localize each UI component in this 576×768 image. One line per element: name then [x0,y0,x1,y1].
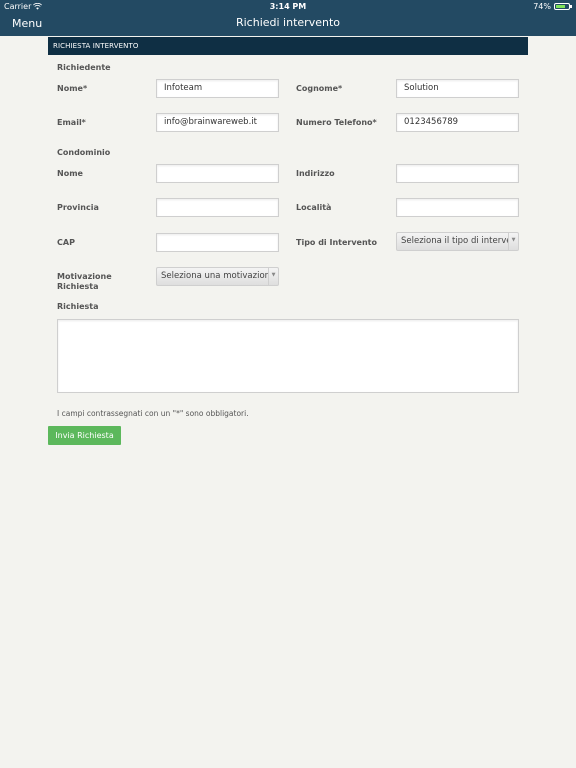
tipo-intervento-select[interactable]: Seleziona il tipo di intervento ▼ [396,232,519,251]
motivazione-label-line1: Motivazione [57,272,112,281]
chevron-down-icon: ▼ [268,268,278,285]
indirizzo-input[interactable] [396,164,519,183]
status-time: 3:14 PM [269,2,307,11]
tipo-intervento-value: Seleziona il tipo di intervento [401,236,509,246]
cognome-label: Cognome* [296,84,343,93]
cap-input[interactable] [156,233,279,252]
chevron-down-icon: ▼ [508,233,518,250]
motivazione-select[interactable]: Seleziona una motivazione ▼ [156,267,279,286]
nome-label: Nome* [57,84,88,93]
cond-nome-label: Nome [57,169,83,178]
cognome-input[interactable]: Solution [396,79,519,98]
submit-button[interactable]: Invia Richiesta [48,426,121,445]
condominio-heading: Condominio [57,148,111,157]
nome-input[interactable]: Infoteam [156,79,279,98]
tipo-intervento-label: Tipo di Intervento [296,238,377,247]
telefono-label: Numero Telefono* [296,118,377,127]
email-label: Email* [57,118,86,127]
richiesta-textarea[interactable] [57,319,519,393]
motivazione-label: Motivazione Richiesta [57,272,112,292]
page-title: Richiedi intervento [235,16,340,29]
motivazione-value: Seleziona una motivazione [161,271,269,281]
indirizzo-label: Indirizzo [296,169,335,178]
telefono-input[interactable]: 0123456789 [396,113,519,132]
localita-input[interactable] [396,198,519,217]
status-battery: 74% [533,2,572,11]
motivazione-label-line2: Richiesta [57,282,99,291]
richiedente-heading: Richiedente [57,63,111,72]
provincia-label: Provincia [57,203,99,212]
provincia-input[interactable] [156,198,279,217]
email-input[interactable]: info@brainwareweb.it [156,113,279,132]
top-bar: Carrier 3:14 PM 74% Menu Richiedi interv… [0,0,576,36]
battery-percent: 74% [533,2,551,11]
richiesta-label: Richiesta [57,302,99,311]
localita-label: Località [296,203,332,212]
cap-label: CAP [57,238,75,247]
battery-icon [554,3,572,10]
required-note: I campi contrassegnati con un "*" sono o… [57,409,249,418]
cond-nome-input[interactable] [156,164,279,183]
section-header: RICHIESTA INTERVENTO [48,37,528,55]
